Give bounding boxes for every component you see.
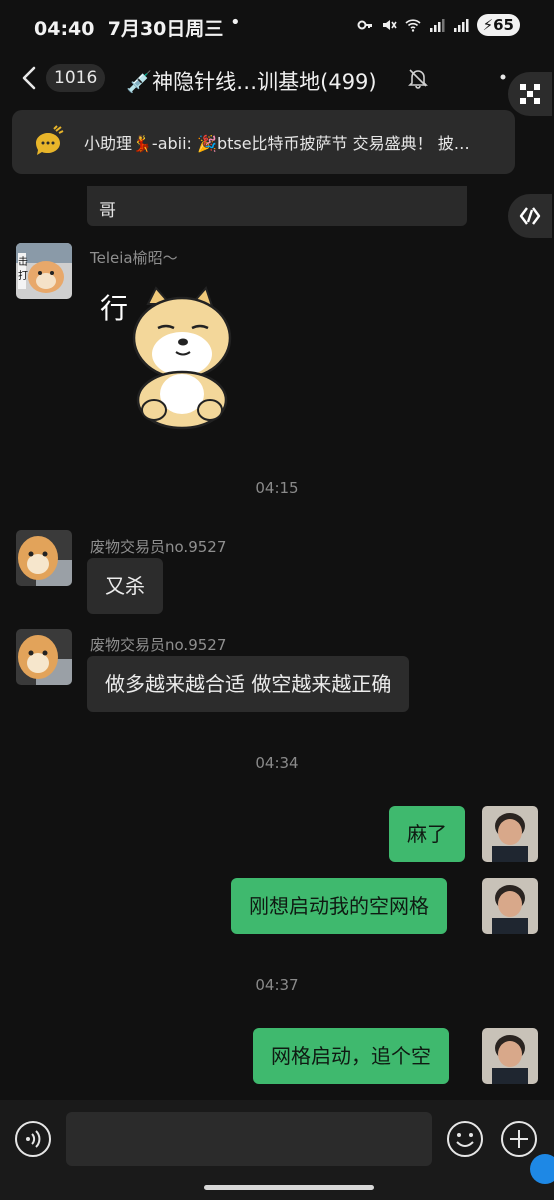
- self-avatar[interactable]: [482, 878, 538, 934]
- plus-icon[interactable]: [500, 1120, 538, 1158]
- sticker-caption: 行: [100, 292, 128, 325]
- wifi-icon: [405, 19, 421, 32]
- status-time: 04:40 7月30日周三: [34, 18, 224, 40]
- chat-header: 1016 💉神隐针线…训基地(499): [0, 52, 554, 106]
- sender-name: Teleia榆昭～: [90, 249, 178, 267]
- voice-input-icon[interactable]: [14, 1120, 52, 1158]
- self-avatar[interactable]: [482, 806, 538, 862]
- avatar[interactable]: 击 打: [16, 243, 72, 299]
- pinned-notice-bar[interactable]: 小助理💃-abii: 🎉btse比特币披萨节 交易盛典！ 披…: [12, 110, 515, 174]
- sender-name: 废物交易员no.9527: [90, 538, 227, 556]
- status-bar: 04:40 7月30日周三 • ⚡ 65: [0, 0, 554, 52]
- back-arrow-icon[interactable]: [16, 64, 44, 92]
- share-link-icon: [519, 207, 541, 225]
- signal-icon-2: [453, 19, 469, 32]
- avatar[interactable]: [16, 530, 72, 586]
- emoji-icon[interactable]: [446, 1120, 484, 1158]
- message-bubble[interactable]: 做多越来越合适 做空越来越正确: [87, 656, 410, 712]
- timestamp: 04:37: [255, 976, 299, 994]
- unread-count-badge[interactable]: 1016: [46, 64, 106, 92]
- floating-chat-bubble-icon[interactable]: [530, 1154, 554, 1184]
- battery-indicator: ⚡ 65: [476, 14, 520, 36]
- bell-muted-icon: [408, 69, 428, 89]
- svg-text:击: 击: [18, 256, 28, 268]
- input-bar: [0, 1100, 554, 1200]
- person-avatar-icon: [482, 878, 538, 934]
- timestamp: 04:15: [255, 479, 299, 497]
- message-bubble-self[interactable]: 网格启动，追个空: [253, 1028, 449, 1084]
- cat-avatar-icon: [16, 530, 72, 586]
- dog-sticker[interactable]: 行: [96, 282, 241, 432]
- message-bubble[interactable]: 又杀: [87, 558, 163, 614]
- person-avatar-icon: [482, 806, 538, 862]
- floating-share-button[interactable]: [508, 194, 552, 238]
- message-bubble-self[interactable]: 刚想启动我的空网格: [231, 878, 447, 934]
- notification-dot-icon: •: [230, 12, 241, 33]
- avatar[interactable]: [16, 629, 72, 685]
- status-icons: ⚡ 65: [357, 14, 520, 36]
- signal-icon: [429, 19, 445, 32]
- qr-pattern-icon: [520, 84, 540, 104]
- message-text: 哥: [99, 201, 116, 221]
- cat-avatar-icon: [16, 629, 72, 685]
- mute-status-icon: [382, 20, 397, 30]
- floating-qr-button[interactable]: [508, 72, 552, 116]
- self-avatar[interactable]: [482, 1028, 538, 1084]
- home-indicator[interactable]: [204, 1185, 374, 1190]
- message-bubble-self[interactable]: 麻了: [389, 806, 465, 862]
- speech-bubble-icon: [36, 125, 64, 155]
- more-options-icon[interactable]: [496, 70, 510, 84]
- sender-name: 废物交易员no.9527: [90, 636, 227, 654]
- timestamp: 04:34: [255, 754, 299, 772]
- notice-text: 小助理💃-abii: 🎉btse比特币披萨节 交易盛典！ 披…: [84, 134, 470, 153]
- message-bubble-partial[interactable]: 哥: [87, 186, 467, 226]
- group-title[interactable]: 💉神隐针线…训基地(499): [126, 66, 377, 96]
- battery-level: 65: [493, 16, 514, 34]
- key-icon: [357, 20, 372, 30]
- person-avatar-icon: [482, 1028, 538, 1084]
- cat-avatar-icon: 击 打: [16, 243, 72, 299]
- message-input[interactable]: [66, 1112, 432, 1166]
- svg-text:打: 打: [18, 269, 28, 282]
- chat-screen: 04:40 7月30日周三 • ⚡65 1016 💉神隐针线…训基地(499): [0, 0, 554, 1200]
